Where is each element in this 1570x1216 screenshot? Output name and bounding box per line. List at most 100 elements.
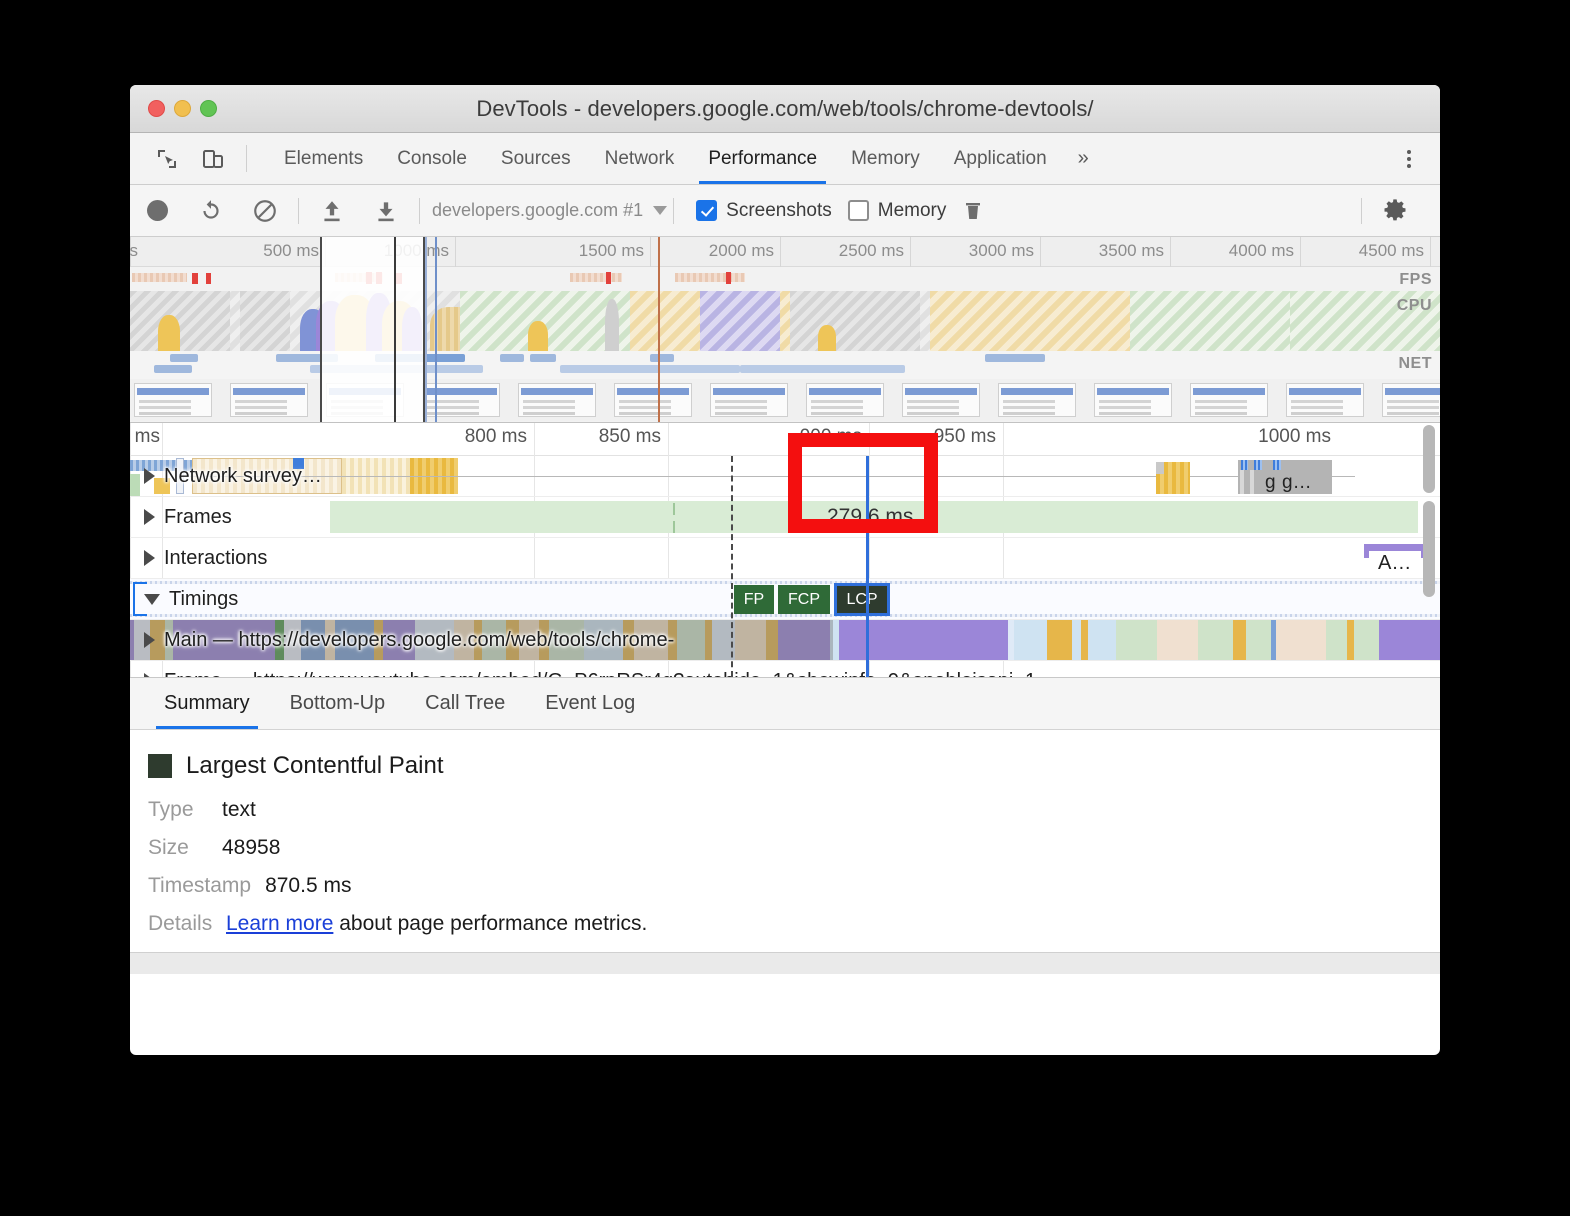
tracks-scrollbar-top[interactable]: [1423, 425, 1435, 493]
tab-bottom-up[interactable]: Bottom-Up: [270, 678, 406, 729]
track-label-network[interactable]: Network survey…: [144, 456, 322, 496]
screenshots-checkbox[interactable]: Screenshots: [696, 200, 832, 222]
track-row-network[interactable]: g g… Network survey…: [130, 456, 1440, 497]
timeline-overview[interactable]: 500 ms 1000 ms 1500 ms 2000 ms 2500 ms 3…: [130, 237, 1440, 423]
track-label-frames-text: Frames: [164, 505, 232, 528]
timing-marker-fp[interactable]: FP: [734, 585, 774, 614]
track-label-timings[interactable]: Timings: [144, 579, 238, 619]
track-label-main[interactable]: Main — https://developers.google.com/web…: [144, 620, 674, 660]
tab-application[interactable]: Application: [937, 133, 1064, 184]
expand-triangle-frames[interactable]: [144, 509, 155, 525]
screenshots-checkbox-box[interactable]: [696, 200, 718, 221]
toolbar-divider-2: [419, 197, 420, 224]
timeline-tick-4: 950 ms: [933, 426, 996, 447]
memory-checkbox[interactable]: Memory: [847, 199, 947, 222]
chevron-down-icon: [653, 206, 668, 215]
interactions-marker-label: A…: [1378, 552, 1412, 574]
event-color-swatch: [148, 754, 172, 778]
timing-marker-lcp[interactable]: LCP: [834, 583, 890, 616]
toolbar-right-group: [1355, 197, 1440, 225]
upload-profile-icon[interactable]: [305, 198, 359, 224]
memory-checkbox-box[interactable]: [847, 200, 869, 221]
timing-marker-lcp-label: LCP: [846, 590, 878, 608]
timeline-tracks[interactable]: ms 800 ms 850 ms 900 ms 950 ms 1000 ms g…: [130, 423, 1440, 678]
tab-performance[interactable]: Performance: [691, 133, 834, 184]
reload-record-icon[interactable]: [184, 198, 238, 224]
tab-network[interactable]: Network: [588, 133, 692, 184]
timeline-dashed-marker: [731, 456, 733, 677]
summary-key-timestamp: Timestamp: [148, 874, 252, 897]
summary-key-type: Type: [148, 798, 194, 821]
summary-row-timestamp: Timestamp 870.5 ms: [148, 874, 1440, 898]
summary-row-type: Type text: [148, 798, 1440, 822]
target-selector[interactable]: developers.google.com #1: [432, 200, 668, 221]
tab-summary[interactable]: Summary: [144, 678, 270, 729]
expand-triangle-main[interactable]: [144, 632, 155, 648]
overview-tick-0: 500 ms: [263, 241, 319, 260]
summary-body: Largest Contentful Paint Type text Size …: [130, 730, 1440, 974]
tab-console[interactable]: Console: [380, 133, 484, 184]
summary-value-size: 48958: [222, 836, 281, 859]
kebab-menu-icon[interactable]: [1386, 149, 1432, 168]
device-toolbar-icon[interactable]: [190, 133, 236, 184]
tab-sources[interactable]: Sources: [484, 133, 588, 184]
frames-duration: 279.6 ms: [827, 505, 914, 528]
tab-memory[interactable]: Memory: [834, 133, 937, 184]
learn-more-link[interactable]: Learn more: [226, 912, 333, 935]
summary-row-details: Details Learn more about page performanc…: [148, 912, 1440, 936]
network-chip-2: g…: [1282, 472, 1312, 493]
summary-key-size: Size: [148, 836, 189, 859]
panel-tabs: Elements Console Sources Network Perform…: [267, 133, 1103, 184]
timing-marker-fp-label: FP: [743, 590, 765, 608]
record-circle-icon[interactable]: [130, 200, 184, 221]
performance-toolbar: developers.google.com #1 Screenshots Mem…: [130, 185, 1440, 237]
overview-tick-9: 5000 ms: [130, 241, 138, 260]
track-label-interactions[interactable]: Interactions: [144, 538, 267, 578]
toolbar-divider-3: [673, 197, 675, 224]
track-row-timings[interactable]: FP FCP LCP Timings: [130, 579, 1440, 620]
more-tabs-icon[interactable]: »: [1064, 133, 1103, 184]
inspect-element-icon[interactable]: [144, 133, 190, 184]
download-profile-icon[interactable]: [359, 198, 413, 224]
tab-call-tree[interactable]: Call Tree: [405, 678, 525, 729]
track-label-frame[interactable]: Frame — https://www.youtube.com/embed/G_…: [144, 661, 1036, 677]
track-row-frame[interactable]: Frame — https://www.youtube.com/embed/G_…: [130, 661, 1440, 677]
track-row-interactions[interactable]: A… Interactions: [130, 538, 1440, 579]
toolbar-divider: [246, 145, 247, 172]
expand-triangle-network[interactable]: [144, 468, 155, 484]
clear-icon[interactable]: [238, 198, 292, 224]
timeline-playhead[interactable]: [866, 456, 869, 677]
expand-triangle-interactions[interactable]: [144, 550, 155, 566]
overview-tick-6: 3500 ms: [1098, 241, 1164, 260]
network-chip-1: g: [1265, 472, 1276, 493]
window-titlebar: DevTools - developers.google.com/web/too…: [130, 85, 1440, 133]
timeline-ruler: ms 800 ms 850 ms 900 ms 950 ms 1000 ms: [130, 423, 1440, 677]
details-drawer: Summary Bottom-Up Call Tree Event Log La…: [130, 678, 1440, 974]
summary-title: Largest Contentful Paint: [186, 752, 444, 779]
overview-tick-2: 1500 ms: [578, 241, 644, 260]
track-row-main[interactable]: Main — https://developers.google.com/web…: [130, 620, 1440, 661]
overview-label-net: NET: [1398, 355, 1432, 372]
timeline-tick-1: 800 ms: [464, 426, 527, 447]
tab-elements[interactable]: Elements: [267, 133, 380, 184]
timeline-tick-0: ms: [134, 426, 160, 447]
memory-label: Memory: [877, 199, 947, 221]
tracks-scrollbar-thumb[interactable]: [1423, 501, 1435, 597]
overview-tick-7: 4000 ms: [1228, 241, 1294, 260]
track-row-frames[interactable]: 279.6 ms Frames: [130, 497, 1440, 538]
screenshots-label: Screenshots: [726, 199, 832, 221]
overview-tick-3: 2000 ms: [708, 241, 774, 260]
tab-event-log[interactable]: Event Log: [525, 678, 655, 729]
overview-selection-window[interactable]: [320, 237, 425, 422]
toolbar-divider-4: [1361, 197, 1362, 224]
delete-icon[interactable]: [946, 199, 1000, 223]
timing-marker-fcp-label: FCP: [788, 590, 820, 608]
target-selector-label: developers.google.com #1: [432, 200, 644, 220]
tabbar-right-group: [1365, 133, 1440, 184]
summary-value-type: text: [222, 798, 256, 821]
gear-icon[interactable]: [1368, 197, 1422, 225]
toolbar-divider-1: [298, 197, 299, 224]
track-label-frames[interactable]: Frames: [144, 497, 232, 537]
timing-marker-fcp[interactable]: FCP: [778, 585, 830, 614]
devtools-tabbar: Elements Console Sources Network Perform…: [130, 133, 1440, 185]
